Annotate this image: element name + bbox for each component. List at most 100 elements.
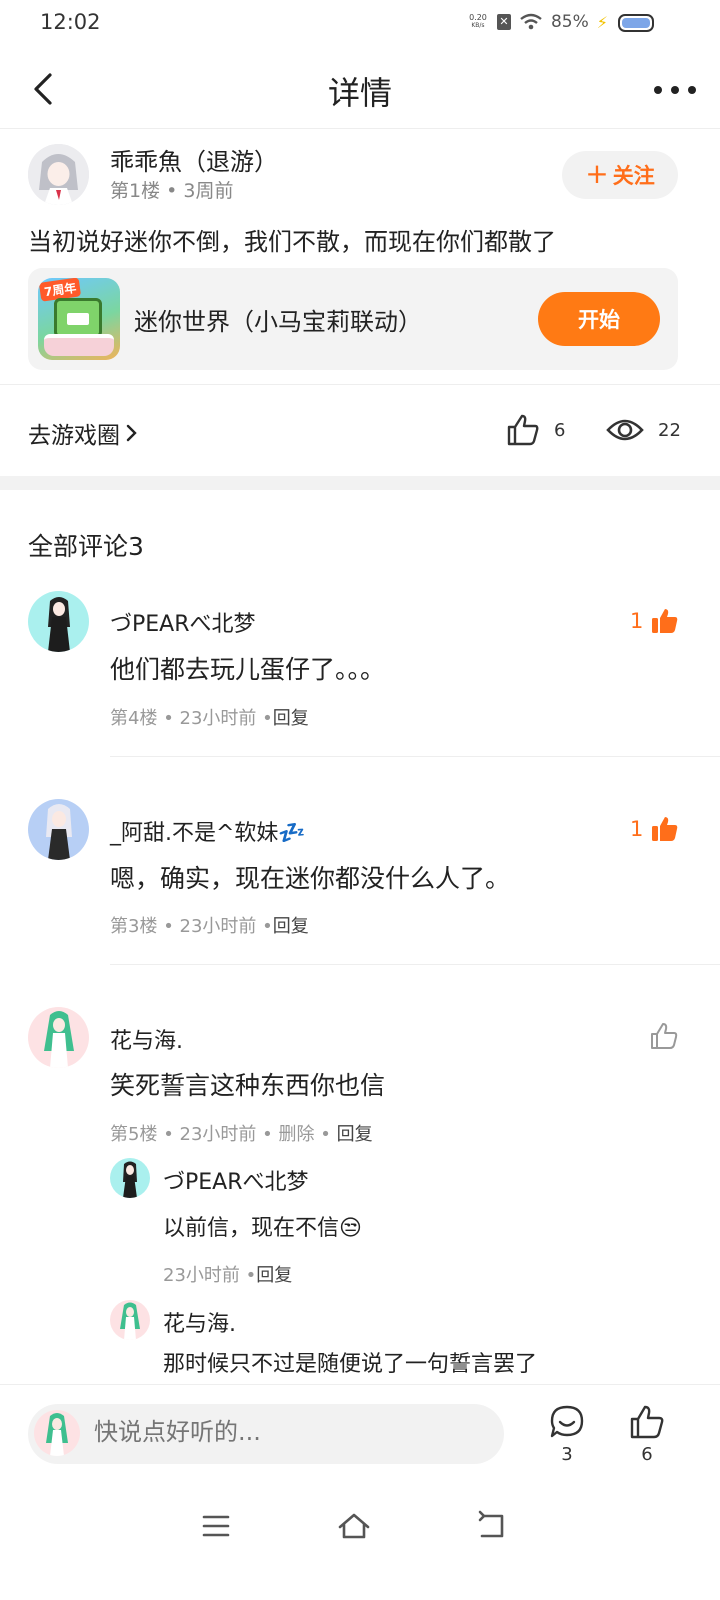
comment-author-name[interactable]: づPEARべ北梦: [110, 606, 256, 638]
game-icon-cake: [44, 334, 114, 356]
battery-icon: [618, 14, 654, 32]
comment-text: 嗯，确实，现在迷你都没什么人了。: [110, 864, 511, 893]
net-speed-unit: KB/s: [471, 22, 485, 29]
chevron-right-icon: [126, 424, 137, 442]
delete-button[interactable]: 删除: [279, 1124, 315, 1145]
thumbs-up-filled-icon: [652, 609, 678, 633]
reply-button[interactable]: 回复: [256, 1265, 292, 1286]
comment-count: 3: [561, 1444, 573, 1465]
bottom-divider: [0, 1384, 720, 1385]
comment-author-name[interactable]: 花与海.: [110, 1023, 183, 1055]
comment-floor: 第3楼: [110, 916, 158, 937]
my-avatar: [34, 1410, 80, 1456]
comment-like-count: 1: [630, 609, 644, 633]
game-card[interactable]: 7周年 迷你世界（小马宝莉联动） 开始: [28, 268, 678, 370]
game-icon[interactable]: 7周年: [38, 278, 120, 360]
comment-input[interactable]: [94, 1418, 494, 1446]
comment-text: 他们都去玩儿蛋仔了。。。: [110, 655, 386, 684]
comment-avatar[interactable]: [28, 1007, 89, 1068]
post-author-avatar[interactable]: [28, 144, 89, 205]
meta-separator: •: [262, 916, 273, 937]
thumbs-up-filled-icon: [652, 817, 678, 841]
comment-avatar[interactable]: [28, 591, 89, 652]
meta-separator: •: [163, 1124, 180, 1145]
post-view-count: 22: [658, 419, 681, 441]
comments-title: 全部评论3: [28, 532, 144, 561]
meta-separator: •: [163, 708, 180, 729]
comment-like-button[interactable]: [650, 1022, 678, 1054]
no-sim-icon: ✕: [496, 14, 511, 30]
reply-author-name[interactable]: 花与海.: [163, 1306, 236, 1338]
comments-button[interactable]: 3: [542, 1404, 592, 1465]
post-author-name[interactable]: 乖乖魚（退游）: [110, 142, 278, 177]
network-speed: 0.20 KB/s: [467, 14, 489, 30]
meta-separator: •: [245, 1265, 257, 1286]
reply-avatar[interactable]: [110, 1300, 150, 1340]
reply-time: 23小时前: [163, 1265, 240, 1286]
reply-author-name[interactable]: づPEARべ北梦: [163, 1164, 309, 1196]
comment-time: 23小时前: [179, 708, 257, 729]
comment-avatar[interactable]: [28, 799, 89, 860]
home-icon[interactable]: [336, 1508, 372, 1544]
comment-meta: 第3楼 • 23小时前 •回复: [110, 912, 309, 938]
reply-button[interactable]: 回复: [273, 916, 309, 937]
reply-avatar[interactable]: [110, 1158, 150, 1198]
thumbs-up-icon: [630, 1405, 664, 1439]
comment-text: 笑死誓言这种东西你也信: [110, 1071, 386, 1100]
meta-separator: •: [320, 1124, 337, 1145]
reply-text: 那时候只不过是随便说了一句誓言罢了: [163, 1352, 538, 1377]
meta-separator: •: [163, 916, 180, 937]
post-divider: [0, 384, 720, 385]
thumbs-up-icon: [651, 1023, 678, 1049]
eye-icon: [606, 419, 644, 441]
game-circle-link[interactable]: 去游戏圈: [28, 416, 138, 450]
reply-button[interactable]: 回复: [337, 1124, 373, 1145]
post-content: 当初说好迷你不倒，我们不散，而现在你们都散了: [28, 228, 556, 256]
comment-time: 23小时前: [179, 916, 257, 937]
comment-meta: 第4楼 • 23小时前 •回复: [110, 704, 309, 730]
post-like-count: 6: [554, 419, 566, 441]
game-icon-mascot: [54, 298, 102, 338]
post-floor: 第1楼: [110, 180, 161, 202]
thumbs-up-icon: [507, 414, 539, 446]
follow-button[interactable]: + 关注: [562, 151, 678, 199]
page-title: 详情: [327, 74, 392, 112]
game-name[interactable]: 迷你世界（小马宝莉联动）: [134, 302, 422, 337]
reply-meta: 23小时前 •回复: [163, 1261, 292, 1287]
comment-divider: [110, 964, 720, 965]
header-divider: [0, 128, 720, 129]
battery-percent: 85%: [550, 12, 589, 32]
comment-input-box[interactable]: [28, 1404, 504, 1464]
comment-like-count: 1: [630, 817, 644, 841]
comment-like-button[interactable]: 1: [630, 608, 679, 634]
net-speed-value: 0.20: [469, 13, 487, 22]
meta-separator: •: [262, 708, 273, 729]
reply-button[interactable]: 回复: [273, 708, 309, 729]
like-count: 6: [641, 1444, 653, 1465]
start-game-button[interactable]: 开始: [538, 292, 660, 346]
back-nav-icon[interactable]: [474, 1508, 510, 1544]
game-circle-label: 去游戏圈: [28, 423, 120, 449]
menu-icon[interactable]: [198, 1508, 234, 1544]
section-gap: [0, 476, 720, 490]
comment-divider: [110, 756, 720, 757]
like-button[interactable]: 6: [622, 1404, 672, 1465]
charging-icon: ⚡: [596, 12, 608, 32]
more-dots-icon[interactable]: [654, 70, 696, 110]
follow-label: 关注: [612, 164, 655, 188]
comment-floor: 第5楼: [110, 1124, 158, 1145]
comment-bubble-icon: [550, 1405, 584, 1438]
comment-author-name[interactable]: _阿甜.不是^软妹💤: [110, 815, 306, 847]
post-view-stat: 22: [606, 413, 681, 447]
comment-like-button[interactable]: 1: [630, 816, 679, 842]
comment-floor: 第4楼: [110, 708, 158, 729]
comment-meta: 第5楼 • 23小时前 • 删除 • 回复: [110, 1120, 373, 1146]
status-time: 12:02: [40, 10, 101, 34]
wifi-icon: [520, 13, 542, 30]
status-icons: 0.20 KB/s ✕ 85% ⚡: [467, 12, 608, 32]
plus-icon: +: [585, 156, 609, 190]
post-like-stat[interactable]: 6: [506, 413, 565, 447]
reply-text: 以前信，现在不信😒: [163, 1216, 362, 1241]
post-time: 3周前: [183, 180, 234, 202]
meta-separator: •: [166, 180, 184, 202]
